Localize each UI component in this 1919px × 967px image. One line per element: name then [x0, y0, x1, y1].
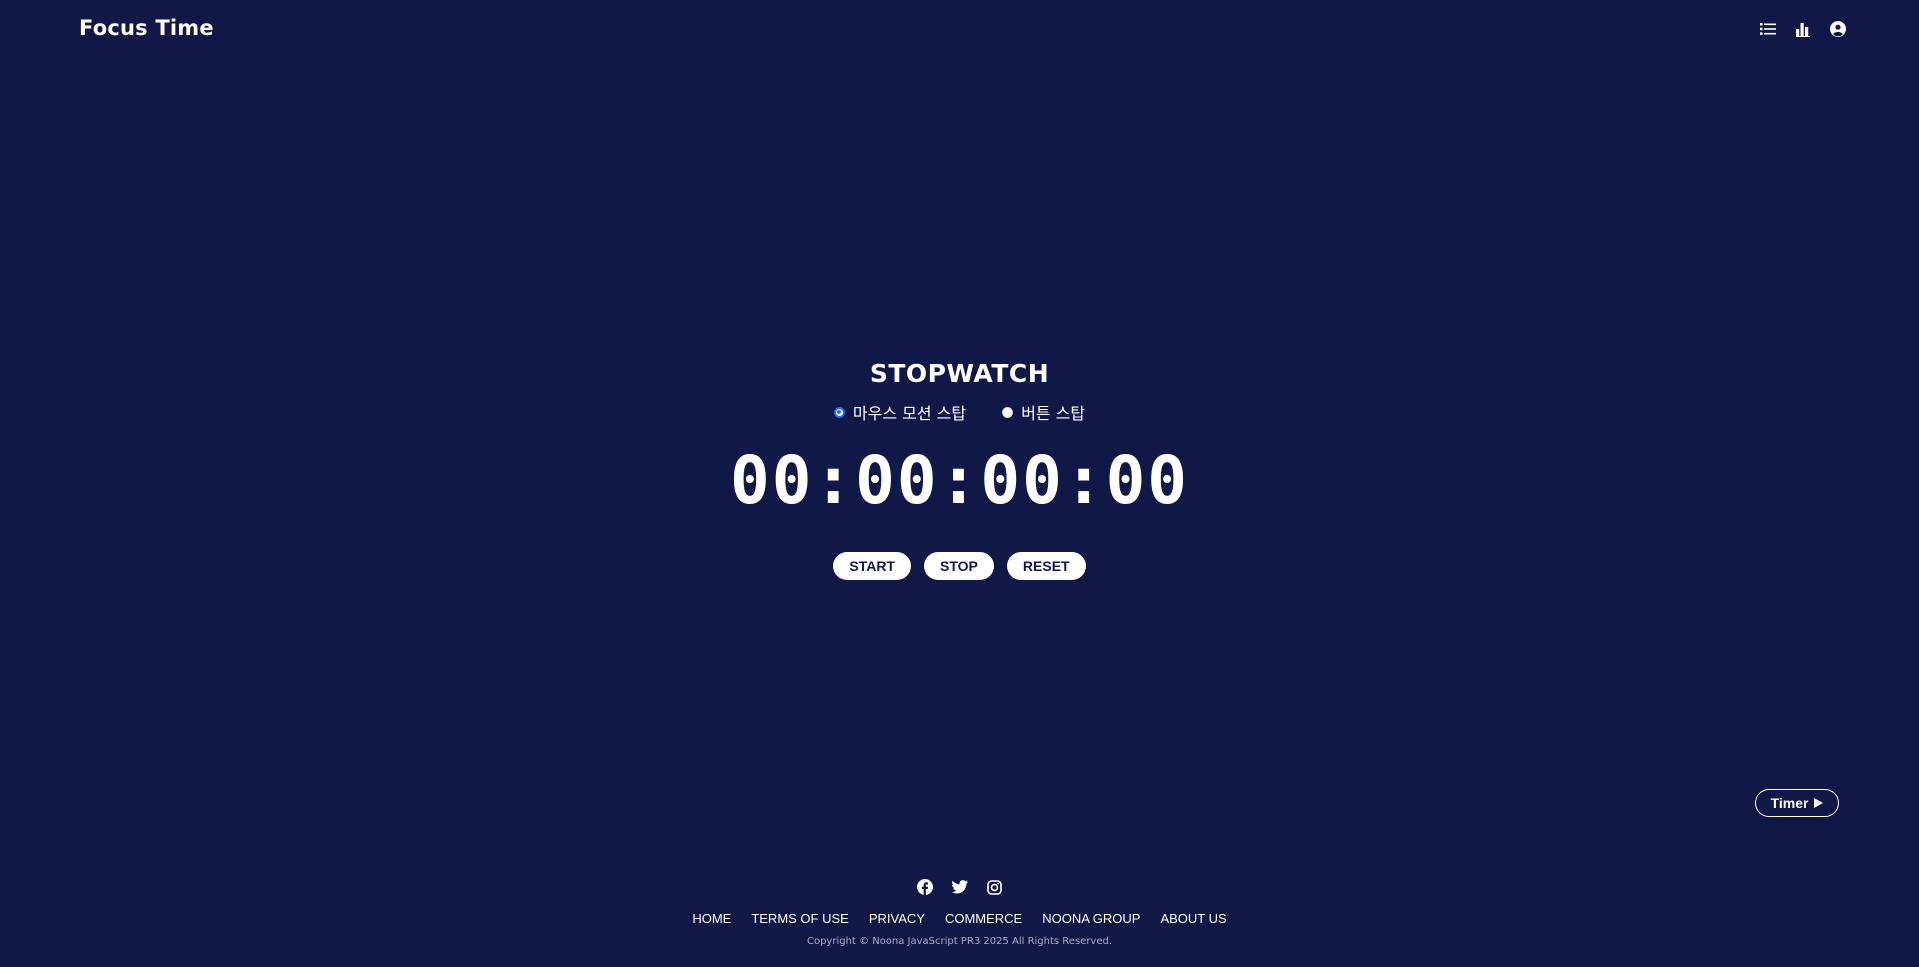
list-icon[interactable]: [1759, 20, 1777, 38]
footer-link-home[interactable]: HOME: [692, 911, 731, 926]
footer-link-privacy[interactable]: PRIVACY: [869, 911, 925, 926]
stop-button[interactable]: STOP: [924, 552, 994, 580]
stopwatch-title: STOPWATCH: [869, 359, 1050, 388]
mode-label-mouse-motion: 마우스 모션 스탑: [852, 404, 967, 423]
mouse-motion-radio[interactable]: [833, 406, 845, 418]
page: Focus Time STOPWATCH 마우스 모션 스탑 버튼 스탑 00:…: [0, 0, 1919, 967]
stop-mode-group: 마우스 모션 스탑 버튼 스탑: [833, 400, 1085, 424]
mode-option-mouse-motion[interactable]: 마우스 모션 스탑: [833, 400, 967, 424]
facebook-icon[interactable]: [916, 879, 933, 895]
brand-logo[interactable]: Focus Time: [79, 16, 214, 40]
footer-link-terms[interactable]: TERMS OF USE: [751, 911, 849, 926]
timer-switch-label: Timer: [1770, 795, 1809, 811]
social-links: [916, 878, 1003, 896]
mode-label-button: 버튼 스탑: [1021, 404, 1086, 423]
footer-link-commerce[interactable]: COMMERCE: [945, 911, 1022, 926]
play-icon: [1814, 795, 1824, 811]
timer-switch-button[interactable]: Timer: [1755, 789, 1839, 817]
user-circle-icon[interactable]: [1829, 20, 1847, 38]
bar-chart-icon[interactable]: [1794, 20, 1812, 38]
button-stop-radio[interactable]: [1002, 406, 1014, 418]
footer-link-about-us[interactable]: ABOUT US: [1160, 911, 1226, 926]
twitter-icon[interactable]: [951, 879, 968, 895]
stopwatch-display: 00:00:00:00: [729, 442, 1190, 519]
header-icons: [1759, 20, 1847, 38]
footer: HOME TERMS OF USE PRIVACY COMMERCE NOONA…: [0, 878, 1919, 947]
instagram-icon[interactable]: [987, 879, 1003, 895]
reset-button[interactable]: RESET: [1006, 552, 1086, 580]
footer-nav: HOME TERMS OF USE PRIVACY COMMERCE NOONA…: [692, 909, 1226, 927]
copyright-text: Copyright © Noona JavaScript PR3 2025 Al…: [806, 936, 1113, 947]
footer-link-noona-group[interactable]: NOONA GROUP: [1042, 911, 1140, 926]
stopwatch-panel: STOPWATCH 마우스 모션 스탑 버튼 스탑 00:00:00:00 ST…: [0, 357, 1919, 580]
stopwatch-controls: START STOP RESET: [833, 552, 1086, 580]
start-button[interactable]: START: [833, 552, 912, 580]
mode-option-button[interactable]: 버튼 스탑: [1002, 400, 1085, 424]
